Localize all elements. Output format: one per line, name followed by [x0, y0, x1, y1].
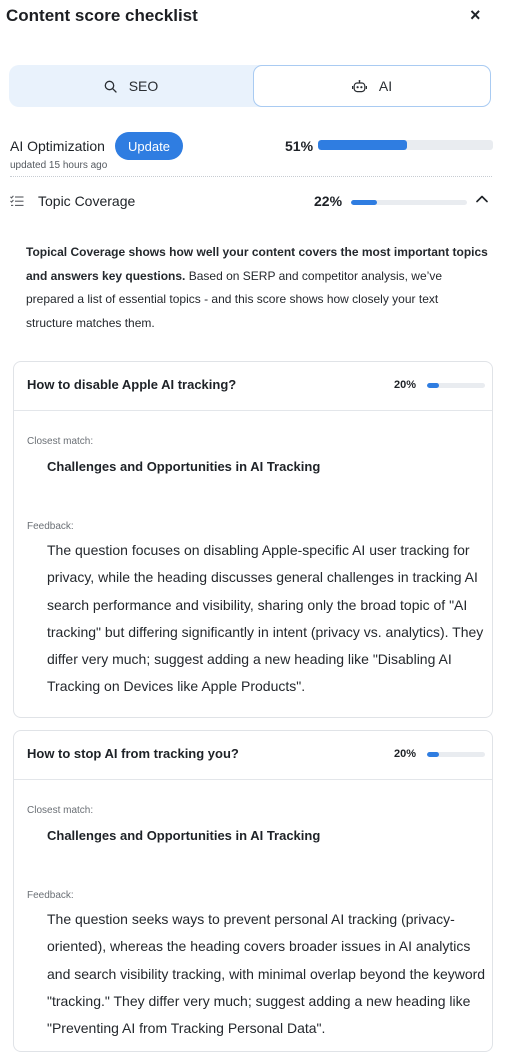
question-score-fill — [427, 383, 439, 388]
closest-match-label: Closest match: — [27, 805, 94, 816]
feedback-label: Feedback: — [27, 521, 74, 532]
feedback-label: Feedback: — [27, 890, 74, 901]
panel-title: Content score checklist — [6, 6, 198, 25]
ai-score-fill — [318, 140, 408, 150]
ai-optimization-title: AI Optimization — [10, 138, 105, 154]
closest-match-heading: Challenges and Opportunities in AI Track… — [47, 459, 321, 474]
topic-coverage-description: Topical Coverage shows how well your con… — [26, 241, 488, 335]
tab-ai[interactable]: AI — [253, 65, 491, 107]
panel-header: Content score checklist × — [0, 0, 516, 36]
question-card-header[interactable]: How to stop AI from tracking you? 20% — [14, 731, 492, 780]
ai-score-percent: 51% — [285, 138, 314, 154]
topic-coverage-percent: 22% — [314, 193, 343, 209]
closest-match-label: Closest match: — [27, 436, 94, 447]
ai-score-bar — [318, 140, 493, 150]
topic-coverage-label: Topic Coverage — [38, 193, 136, 209]
close-icon[interactable]: × — [470, 5, 486, 25]
topic-coverage-row[interactable]: Topic Coverage 22% — [10, 188, 494, 216]
ai-optimization-row: AI Optimization Update updated 15 hours … — [10, 132, 494, 176]
tab-ai-label: AI — [378, 78, 393, 94]
mode-tabs: SEO AI — [9, 65, 491, 107]
question-score-percent: 20% — [394, 379, 417, 391]
question-score-percent: 20% — [394, 748, 417, 760]
closest-match-heading: Challenges and Opportunities in AI Track… — [47, 828, 321, 843]
robot-icon — [351, 79, 367, 92]
tab-seo[interactable]: SEO — [9, 65, 253, 107]
updated-timestamp: updated 15 hours ago — [10, 160, 108, 171]
question-score-bar — [427, 383, 485, 388]
question-title: How to stop AI from tracking you? — [27, 746, 239, 761]
question-card-header[interactable]: How to disable Apple AI tracking? 20% — [14, 362, 492, 411]
update-button[interactable]: Update — [115, 132, 183, 160]
chevron-up-icon[interactable] — [476, 195, 488, 203]
tab-seo-label: SEO — [128, 78, 159, 94]
topic-coverage-bar — [351, 200, 467, 205]
question-title: How to disable Apple AI tracking? — [27, 377, 237, 392]
topic-coverage-fill — [351, 200, 377, 205]
search-icon — [104, 80, 117, 93]
feedback-text: The question focuses on disabling Apple-… — [47, 542, 484, 695]
divider — [10, 176, 492, 177]
question-card: How to stop AI from tracking you? 20% Cl… — [13, 730, 493, 1052]
list-check-icon — [10, 195, 24, 206]
question-score-fill — [427, 752, 439, 757]
feedback-text: The question seeks ways to prevent perso… — [47, 911, 486, 1037]
question-score-bar — [427, 752, 485, 757]
question-card: How to disable Apple AI tracking? 20% Cl… — [13, 361, 493, 718]
